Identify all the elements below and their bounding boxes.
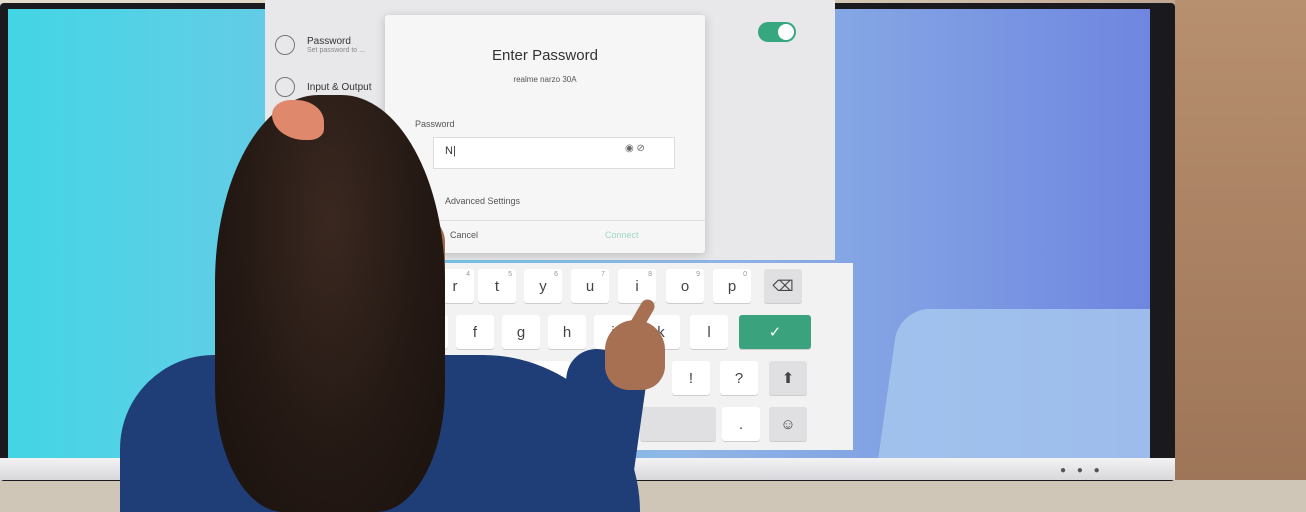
password-input-value: N| [445, 145, 456, 157]
key-u[interactable]: 7u [571, 269, 609, 303]
key-label: u [585, 277, 595, 295]
person-hair [215, 95, 445, 512]
key-hint: 8 [648, 271, 652, 278]
key-hint: 0 [743, 271, 747, 278]
cancel-button[interactable]: Cancel [450, 230, 478, 240]
dialog-title: Enter Password [492, 47, 598, 64]
key-label: f [472, 323, 478, 341]
key-hint: 5 [508, 271, 512, 278]
settings-row-sub: Set password to ... [307, 47, 365, 54]
space-key[interactable] [640, 407, 716, 441]
key-i[interactable]: 8i [618, 269, 656, 303]
key-label: ? [734, 369, 744, 387]
emoji-icon: ☺ [780, 415, 796, 433]
key-hint: 9 [696, 271, 700, 278]
key-label: o [680, 277, 690, 295]
key-label: ! [688, 369, 694, 387]
key-y[interactable]: 6y [524, 269, 562, 303]
wifi-toggle[interactable] [758, 22, 796, 42]
key-label: t [494, 277, 500, 295]
key-label: . [738, 415, 744, 433]
shift-key[interactable]: ⬆ [769, 361, 807, 395]
key-label: h [562, 323, 572, 341]
settings-row-label: Password [307, 36, 351, 47]
key-hint: 6 [554, 271, 558, 278]
key-label: p [727, 277, 737, 295]
emoji-key[interactable]: ☺ [769, 407, 807, 441]
password-label: Password [415, 119, 455, 129]
backspace-key[interactable]: ⌫ [764, 269, 802, 303]
password-icon [275, 35, 295, 55]
key-f[interactable]: f [456, 315, 494, 349]
key-label: y [539, 277, 547, 295]
show-password-icon[interactable]: ◉ ⊘ [625, 143, 645, 154]
key-label: g [516, 323, 526, 341]
input-output-icon [275, 77, 295, 97]
advanced-settings-link[interactable]: Advanced Settings [445, 196, 520, 206]
key-t[interactable]: 5t [478, 269, 516, 303]
room-wall-right [1175, 0, 1306, 512]
key-label: l [707, 323, 711, 341]
backspace-icon: ⌫ [772, 278, 794, 295]
key-hint: 7 [601, 271, 605, 278]
key-o[interactable]: 9o [666, 269, 704, 303]
key-label: r [452, 277, 458, 295]
checkmark-icon: ✓ [768, 324, 782, 341]
key-label: i [635, 277, 639, 295]
connect-button[interactable]: Connect [605, 230, 639, 240]
network-name: realme narzo 30A [513, 75, 577, 84]
key-hint: 4 [466, 271, 470, 278]
key-h[interactable]: h [548, 315, 586, 349]
enter-key[interactable]: ✓ [739, 315, 811, 349]
key-question[interactable]: ? [720, 361, 758, 395]
settings-row-label: Input & Output [307, 81, 372, 93]
key-exclamation[interactable]: ! [672, 361, 710, 395]
display-indicator-dots: ● ● ● [1060, 465, 1104, 476]
wallpaper-shape [876, 309, 1150, 461]
key-p[interactable]: 0p [713, 269, 751, 303]
settings-row-password[interactable]: Password Set password to ... [275, 25, 365, 65]
key-g[interactable]: g [502, 315, 540, 349]
shift-icon: ⬆ [781, 370, 795, 387]
key-l[interactable]: l [690, 315, 728, 349]
key-period[interactable]: . [722, 407, 760, 441]
